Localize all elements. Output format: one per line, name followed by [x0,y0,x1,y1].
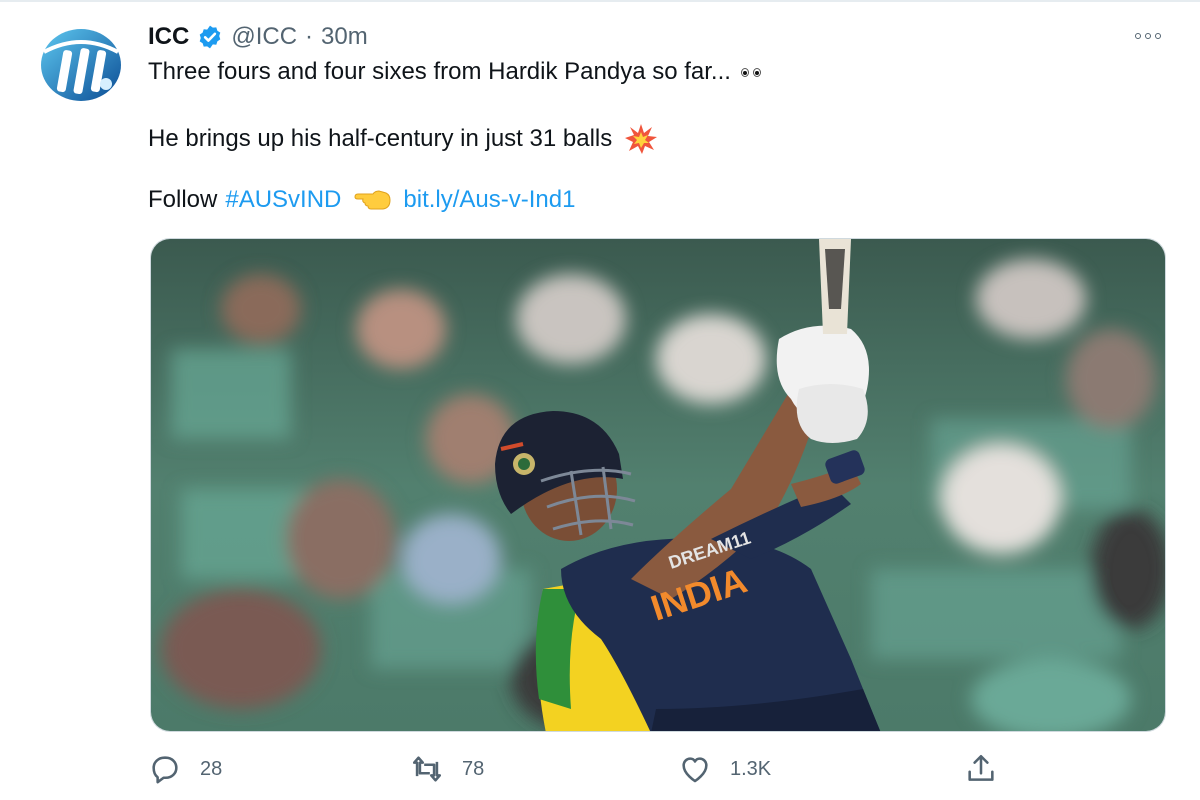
tweet-media-photo[interactable]: DREAM11 INDIA [150,238,1166,732]
tweet-text-line-2: He brings up his half-century in just 31… [148,123,658,155]
tweet-text-1: Three fours and four sixes from Hardik P… [148,58,731,85]
reply-icon [152,756,178,784]
tweet-link[interactable]: bit.ly/Aus-v-Ind1 [403,186,575,214]
tweet-text-2: He brings up his half-century in just 31… [148,125,613,152]
top-border [0,0,1200,2]
tweet-header: ICC @ICC · 30m [148,22,368,52]
reply-count: 28 [200,757,223,780]
share-icon [968,754,994,781]
heart-icon [682,757,708,783]
share-button[interactable] [964,752,998,786]
like-count: 1.3K [730,757,772,780]
reply-button[interactable]: 28 [148,752,222,786]
collision-emoji-icon [625,124,658,154]
header-separator: · [305,23,314,50]
author-name[interactable]: ICC [148,23,189,51]
eyes-emoji-icon [740,67,761,77]
retweet-count: 78 [462,757,485,780]
like-button[interactable]: 1.3K [678,752,771,786]
backhand-index-pointing-left-emoji-icon [354,190,391,210]
tweet-actions-bar: 28 78 1.3K [0,742,1200,794]
tweet-timestamp[interactable]: 30m [321,23,368,51]
icc-logo-icon [41,29,121,101]
tweet-text-line-3: Follow #AUSvIND bit.ly/Aus-v-Ind1 [148,186,575,214]
hashtag-link[interactable]: #AUSvIND [225,186,341,214]
follow-label: Follow [148,186,218,213]
verified-badge-icon [200,25,221,49]
tweet-text-line-1: Three fours and four sixes from Hardik P… [148,58,761,86]
batsman-photo: DREAM11 INDIA [151,239,1165,731]
author-avatar[interactable] [38,22,124,108]
retweet-button[interactable]: 78 [410,752,484,786]
retweet-icon [412,756,442,782]
more-options-icon[interactable] [1128,24,1168,48]
author-handle[interactable]: @ICC [231,23,297,51]
